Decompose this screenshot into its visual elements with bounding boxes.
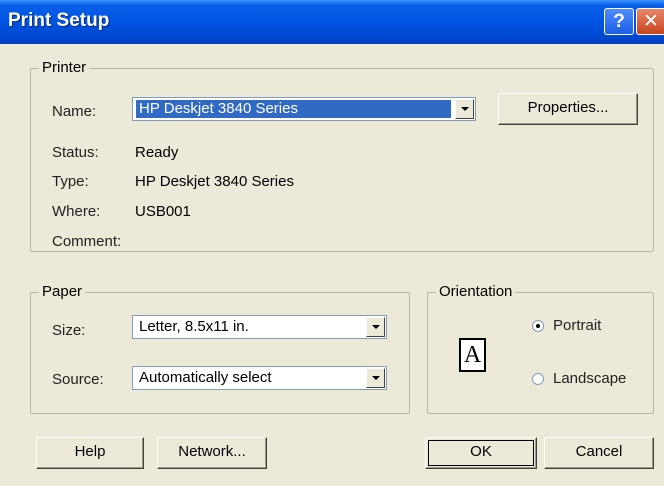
paper-source-combo[interactable]: Automatically select bbox=[132, 366, 387, 390]
window-title: Print Setup bbox=[8, 10, 110, 31]
orientation-group-label: Orientation bbox=[436, 283, 516, 301]
properties-button[interactable]: Properties... bbox=[498, 93, 638, 125]
chevron-down-icon[interactable] bbox=[366, 317, 385, 337]
title-bar[interactable]: Print Setup ? ✕ bbox=[0, 0, 664, 44]
landscape-label[interactable]: Landscape bbox=[553, 370, 626, 388]
where-value: USB001 bbox=[135, 203, 191, 220]
paper-size-combo[interactable]: Letter, 8.5x11 in. bbox=[132, 315, 387, 339]
comment-label: Comment: bbox=[52, 233, 122, 250]
paper-group-label: Paper bbox=[39, 283, 86, 301]
status-label: Status: bbox=[52, 144, 99, 161]
help-button[interactable]: Help bbox=[36, 437, 144, 469]
paper-group: Paper bbox=[30, 283, 410, 414]
where-label: Where: bbox=[52, 203, 101, 220]
name-label: Name: bbox=[52, 103, 97, 120]
portrait-label[interactable]: Portrait bbox=[553, 317, 601, 335]
page-orientation-icon: A bbox=[459, 338, 486, 372]
paper-size-value: Letter, 8.5x11 in. bbox=[139, 318, 249, 335]
printer-name-value: HP Deskjet 3840 Series bbox=[136, 100, 451, 118]
ok-button[interactable]: OK bbox=[425, 437, 537, 469]
cancel-button[interactable]: Cancel bbox=[544, 437, 654, 469]
chevron-down-icon[interactable] bbox=[366, 368, 385, 388]
portrait-radio[interactable] bbox=[532, 320, 544, 332]
landscape-radio[interactable] bbox=[532, 373, 544, 385]
source-label: Source: bbox=[52, 371, 104, 388]
network-button[interactable]: Network... bbox=[157, 437, 267, 469]
chevron-down-icon[interactable] bbox=[455, 99, 474, 119]
type-label: Type: bbox=[52, 173, 89, 190]
printer-group-label: Printer bbox=[39, 59, 90, 77]
paper-source-value: Automatically select bbox=[139, 369, 272, 386]
size-label: Size: bbox=[52, 322, 86, 339]
close-icon[interactable]: ✕ bbox=[636, 8, 664, 35]
help-icon[interactable]: ? bbox=[604, 8, 634, 35]
printer-name-combo[interactable]: HP Deskjet 3840 Series bbox=[132, 97, 476, 121]
status-value: Ready bbox=[135, 144, 179, 161]
type-value: HP Deskjet 3840 Series bbox=[135, 173, 294, 190]
